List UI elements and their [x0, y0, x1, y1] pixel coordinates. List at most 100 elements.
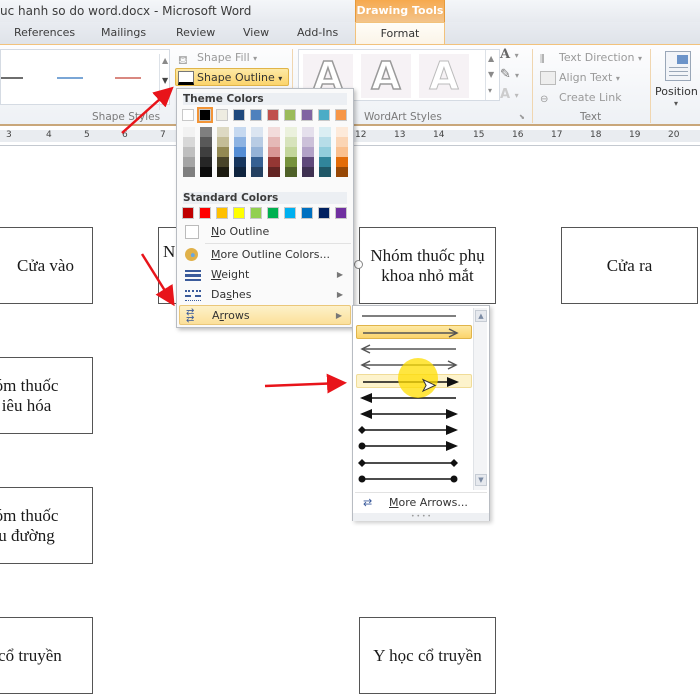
flowchart-box[interactable]: Cửa ra [561, 227, 698, 304]
arrow-style-dot-to-arrow[interactable] [356, 439, 472, 453]
flowchart-box[interactable]: c cổ truyền [0, 617, 93, 694]
theme-shade-swatch[interactable] [234, 167, 246, 177]
theme-shade-swatch[interactable] [268, 157, 280, 167]
shape-outline-button[interactable]: Shape Outline ▾ [175, 68, 290, 86]
flowchart-box[interactable]: Cửa vào [0, 227, 93, 304]
theme-shade-swatch[interactable] [319, 157, 331, 167]
arrows-scrollbar[interactable]: ▲ ▼ [473, 308, 487, 490]
text-fill-icon[interactable]: A ▾ [500, 47, 519, 62]
tab-references[interactable]: References [14, 26, 75, 39]
theme-shade-swatch[interactable] [268, 127, 280, 137]
tab-add-ins[interactable]: Add-Ins [297, 26, 338, 39]
text-effects-icon[interactable]: A ▾ [500, 87, 519, 102]
scroll-down-icon[interactable]: ▼ [162, 76, 168, 85]
more-arrows-button[interactable]: ⇄ More Arrows... [355, 492, 487, 512]
standard-color-swatch[interactable] [182, 207, 194, 219]
theme-shade-swatch[interactable] [302, 137, 314, 147]
theme-shade-swatch[interactable] [302, 157, 314, 167]
theme-shade-swatch[interactable] [183, 157, 195, 167]
theme-color-swatch[interactable] [335, 109, 347, 121]
shape-fill-button[interactable]: ⛾ Shape Fill ▾ [178, 49, 257, 67]
menu-item-weight[interactable]: Weight ▶ [179, 265, 351, 285]
line-style-sample[interactable] [115, 77, 141, 79]
theme-color-swatch[interactable] [284, 109, 296, 121]
theme-shade-swatch[interactable] [183, 167, 195, 177]
theme-shade-swatch[interactable] [217, 157, 229, 167]
create-link-button[interactable]: ⊖ Create Link [540, 89, 622, 107]
theme-color-swatch[interactable] [216, 109, 228, 121]
menu-item-no-outline[interactable]: No Outline [179, 222, 351, 242]
theme-shade-swatch[interactable] [234, 157, 246, 167]
position-button[interactable]: Position ▾ [655, 47, 700, 111]
theme-color-swatch[interactable] [267, 109, 279, 121]
theme-shade-swatch[interactable] [217, 167, 229, 177]
theme-shade-swatch[interactable] [319, 127, 331, 137]
line-style-sample[interactable] [57, 77, 83, 79]
theme-shade-swatch[interactable] [319, 167, 331, 177]
theme-shade-swatch[interactable] [268, 167, 280, 177]
theme-shade-swatch[interactable] [217, 127, 229, 137]
theme-shade-swatch[interactable] [336, 147, 348, 157]
flowchart-box[interactable]: Y học cổ truyền [359, 617, 496, 694]
theme-color-swatch[interactable] [233, 109, 245, 121]
theme-shade-swatch[interactable] [285, 167, 297, 177]
standard-color-swatch[interactable] [284, 207, 296, 219]
tab-view[interactable]: View [243, 26, 269, 39]
theme-shade-swatch[interactable] [285, 137, 297, 147]
scroll-down-icon[interactable]: ▼ [488, 70, 494, 79]
theme-shade-swatch[interactable] [200, 137, 212, 147]
tab-mailings[interactable]: Mailings [101, 26, 146, 39]
resize-grip[interactable]: • • • • [353, 513, 489, 521]
gallery-more-icon[interactable]: ▾ [488, 86, 492, 95]
theme-color-swatch[interactable] [301, 109, 313, 121]
theme-shade-swatch[interactable] [183, 147, 195, 157]
tab-review[interactable]: Review [176, 26, 215, 39]
scroll-up-icon[interactable]: ▲ [162, 56, 168, 65]
text-direction-button[interactable]: ⫼ Text Direction ▾ [540, 49, 642, 67]
standard-color-swatch[interactable] [199, 207, 211, 219]
standard-color-swatch[interactable] [318, 207, 330, 219]
tab-format[interactable]: Format [355, 22, 445, 45]
theme-shade-swatch[interactable] [234, 127, 246, 137]
standard-color-swatch[interactable] [250, 207, 262, 219]
line-style-sample[interactable] [1, 77, 23, 79]
flowchart-box-selected[interactable]: Nhóm thuốc phụ khoa nhỏ mắt [359, 227, 496, 304]
arrow-style-open-arrow-right[interactable] [356, 325, 472, 340]
standard-color-swatch[interactable] [301, 207, 313, 219]
arrow-style-diamond-both[interactable] [356, 456, 472, 470]
theme-shade-swatch[interactable] [200, 167, 212, 177]
theme-shade-swatch[interactable] [319, 147, 331, 157]
theme-shade-swatch[interactable] [251, 147, 263, 157]
theme-shade-swatch[interactable] [200, 147, 212, 157]
arrow-style-solid-arrow-both[interactable] [356, 407, 472, 421]
theme-shade-swatch[interactable] [217, 147, 229, 157]
wordart-style[interactable]: A [419, 54, 469, 99]
theme-shade-swatch[interactable] [217, 137, 229, 147]
theme-shade-swatch[interactable] [285, 147, 297, 157]
arrow-style-dot-both[interactable] [356, 472, 472, 486]
theme-shade-swatch[interactable] [200, 127, 212, 137]
standard-color-swatch[interactable] [335, 207, 347, 219]
dialog-launcher-icon[interactable]: ⬊ [519, 113, 525, 121]
standard-color-swatch[interactable] [233, 207, 245, 219]
text-outline-icon[interactable]: ✎ ▾ [500, 67, 519, 82]
shape-styles-gallery[interactable]: ▲ ▼ ▾ [0, 49, 170, 110]
theme-shade-swatch[interactable] [251, 167, 263, 177]
theme-color-swatch[interactable] [197, 107, 213, 123]
theme-shade-swatch[interactable] [285, 127, 297, 137]
theme-shade-swatch[interactable] [285, 157, 297, 167]
wordart-style[interactable]: A [361, 53, 411, 99]
theme-shade-swatch[interactable] [268, 147, 280, 157]
theme-shade-swatch[interactable] [302, 127, 314, 137]
theme-shade-swatch[interactable] [268, 137, 280, 147]
theme-shade-swatch[interactable] [251, 157, 263, 167]
menu-item-dashes[interactable]: Dashes ▶ [179, 285, 351, 305]
gallery-scrollbar[interactable]: ▲ ▼ ▾ [159, 54, 173, 110]
theme-shade-swatch[interactable] [336, 137, 348, 147]
flowchart-box[interactable]: óm thuốc iêu hóa [0, 357, 93, 434]
theme-color-swatch[interactable] [318, 109, 330, 121]
theme-shade-swatch[interactable] [183, 137, 195, 147]
theme-shade-swatch[interactable] [319, 137, 331, 147]
menu-item-more-outline-colors[interactable]: More Outline Colors... [179, 245, 351, 265]
theme-shade-swatch[interactable] [336, 167, 348, 177]
